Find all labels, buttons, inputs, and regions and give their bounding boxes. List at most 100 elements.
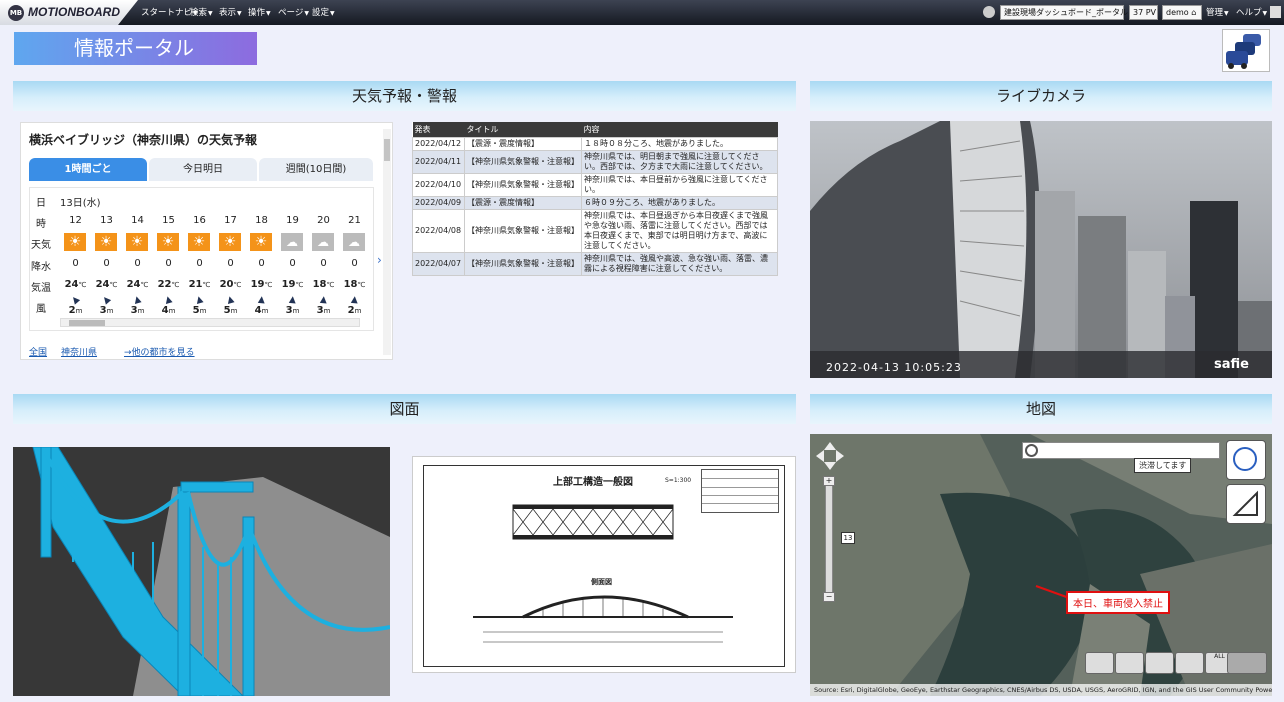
forecast-precip: 0 <box>351 258 358 269</box>
sun-icon: ☀ <box>188 233 210 251</box>
forecast-date: 13日(水) <box>60 198 101 209</box>
menu-settings[interactable]: 設定▼ <box>312 6 335 20</box>
forecast-wind: 3m <box>316 305 331 316</box>
logo-badge: MB <box>8 5 24 21</box>
blueprint-scale: S=1:300 <box>665 477 692 484</box>
zoom-slider[interactable] <box>825 476 833 602</box>
forecast-precip: 0 <box>289 258 296 269</box>
forecast-hour: 16 <box>193 215 206 226</box>
row-label-day: 日 <box>36 198 46 209</box>
traffic-jam-tooltip: 渋滞してます <box>1134 458 1192 473</box>
alert-row[interactable]: 2022/04/12 【震源・震度情報】 １８時０８分ころ、地震がありました。 <box>412 136 778 151</box>
forecast-wind: 3m <box>285 305 300 316</box>
alert-content: １８時０８分ころ、地震がありました。 <box>581 136 778 151</box>
alert-row[interactable]: 2022/04/08 【神奈川県気象警報・注意報】 神奈川県では、本日昼過ぎから本日… <box>412 208 778 253</box>
board-selector[interactable]: 建設現場ダッシュボード_ポータル ↻ <box>1000 5 1137 20</box>
tab-hourly[interactable]: 1時間ごと <box>29 158 147 181</box>
circle-select-tool[interactable] <box>1226 440 1266 480</box>
alert-date: 2022/04/12 <box>412 136 465 151</box>
polygon-tool[interactable] <box>1115 652 1144 674</box>
forecast-wind: 5m <box>223 305 238 316</box>
sun-icon: ☀ <box>219 233 241 251</box>
menu-admin[interactable]: 管理▼ <box>1206 6 1229 20</box>
alerts-table: 発表 タイトル 内容 2022/04/12 【震源・震度情報】 １８時０８分ころ、地… <box>412 122 778 276</box>
cloud-icon: ☁ <box>281 233 303 251</box>
link-nationwide[interactable]: 全国 <box>29 345 47 358</box>
col-header-date[interactable]: 発表 <box>412 122 465 137</box>
forecast-wind: 3m <box>130 305 145 316</box>
zoom-out-button[interactable]: − <box>823 592 835 602</box>
plan-view-truss <box>512 504 674 540</box>
camera-panel-header: ライブカメラ <box>810 81 1272 111</box>
user-menu[interactable]: demo ⌂ <box>1162 5 1202 20</box>
logo-text: MOTIONBOARD <box>28 5 120 19</box>
forecast-precip: 0 <box>258 258 265 269</box>
menu-search[interactable]: 検索▼ <box>190 6 213 20</box>
link-other-cities[interactable]: →他の都市を見る <box>124 345 195 358</box>
motionboard-logo[interactable]: MB MOTIONBOARD <box>0 0 138 25</box>
alert-content: 神奈川県では、明日朝まで強風に注意してください。西部では、夕方まで大雨に注意して… <box>581 149 778 174</box>
measure-tool[interactable] <box>1226 484 1266 524</box>
forecast-temp: 18℃ <box>312 279 335 290</box>
col-header-title[interactable]: タイトル <box>464 122 582 137</box>
grid-h-scrollbar[interactable] <box>60 318 360 327</box>
link-kanagawa[interactable]: 神奈川県 <box>61 345 97 358</box>
search-icon[interactable] <box>1025 444 1038 457</box>
live-camera-feed[interactable]: 2022-04-13 10:05:23 safie <box>810 121 1272 378</box>
forecast-hour: 14 <box>131 215 144 226</box>
alert-date: 2022/04/11 <box>412 149 465 174</box>
sun-icon: ☀ <box>126 233 148 251</box>
menu-operate[interactable]: 操作▼ <box>248 6 271 20</box>
menu-view[interactable]: 表示▼ <box>219 6 242 20</box>
satellite-map[interactable]: + − 13 渋滞してます 本日、車両侵入禁止 ALL Source: Esri… <box>810 434 1272 696</box>
cloud-icon: ☁ <box>312 233 334 251</box>
road-closure-notice: 本日、車両侵入禁止 <box>1066 591 1170 614</box>
forecast-hour: 15 <box>162 215 175 226</box>
erase-tool[interactable] <box>1175 652 1204 674</box>
alert-row[interactable]: 2022/04/07 【神奈川県気象警報・注意報】 神奈川県では、強風や高波、急な強… <box>412 251 778 276</box>
home-icon: ⌂ <box>1191 8 1197 17</box>
lasso-tool[interactable] <box>1085 652 1114 674</box>
weather-forecast-widget: 横浜ベイブリッジ（神奈川県）の天気予報 1時間ごと 今日明日 週間(10日間) … <box>20 122 393 360</box>
weather-v-scrollbar[interactable] <box>383 129 391 355</box>
alert-row[interactable]: 2022/04/11 【神奈川県気象警報・注意報】 神奈川県では、明日朝まで強風に注… <box>412 149 778 174</box>
alert-title: 【震源・震度情報】 <box>464 136 582 151</box>
blueprint-drawing[interactable]: 上部工構造一般図 S=1:300 側面図 <box>412 456 796 673</box>
row-label-temp: 気温 <box>31 283 51 294</box>
side-view-label: 側面図 <box>591 578 612 586</box>
forecast-precip: 0 <box>320 258 327 269</box>
alert-row[interactable]: 2022/04/10 【神奈川県気象警報・注意報】 神奈川県では、本日昼前から強風に… <box>412 172 778 197</box>
alert-title: 【神奈川県気象警報・注意報】 <box>464 172 582 197</box>
forecast-precip: 0 <box>72 258 79 269</box>
logout-icon[interactable] <box>1270 6 1281 18</box>
sun-icon: ☀ <box>250 233 272 251</box>
chat-icon[interactable] <box>983 6 995 18</box>
menu-page[interactable]: ページ▼ <box>278 6 309 20</box>
grid-next-arrow[interactable]: › <box>377 253 382 267</box>
menu-help[interactable]: ヘルプ▼ <box>1236 6 1267 20</box>
alert-content: 神奈川県では、強風や高波、急な強い雨、落雷、濃霧による視程障害に注意してください… <box>581 251 778 276</box>
forecast-hour: 19 <box>286 215 299 226</box>
forecast-temp: 21℃ <box>188 279 211 290</box>
bridge-3d-model-view[interactable] <box>13 447 390 696</box>
sun-icon: ☀ <box>157 233 179 251</box>
alert-date: 2022/04/09 <box>412 195 465 210</box>
alert-row[interactable]: 2022/04/09 【震源・震度情報】 ６時０９分ころ、地震がありました。 <box>412 195 778 210</box>
row-label-wind: 風 <box>36 304 46 315</box>
more-tools[interactable] <box>1227 652 1267 674</box>
forecast-hour: 12 <box>69 215 82 226</box>
zoom-in-button[interactable]: + <box>823 476 835 486</box>
rectangle-tool[interactable] <box>1145 652 1174 674</box>
tab-today-tomorrow[interactable]: 今日明日 <box>149 158 257 181</box>
map-attribution: Source: Esri, DigitalGlobe, GeoEye, Eart… <box>810 684 1272 696</box>
tab-weekly[interactable]: 週間(10日間) <box>259 158 373 181</box>
col-header-content[interactable]: 内容 <box>581 122 778 137</box>
forecast-hour: 17 <box>224 215 237 226</box>
forecast-precip: 0 <box>103 258 110 269</box>
weather-panel-header: 天気予報・警報 <box>13 81 796 111</box>
row-label-weather: 天気 <box>31 240 51 251</box>
alert-date: 2022/04/10 <box>412 172 465 197</box>
pan-control[interactable] <box>816 442 844 470</box>
map-search-input[interactable] <box>1022 442 1220 459</box>
forecast-precip: 0 <box>227 258 234 269</box>
